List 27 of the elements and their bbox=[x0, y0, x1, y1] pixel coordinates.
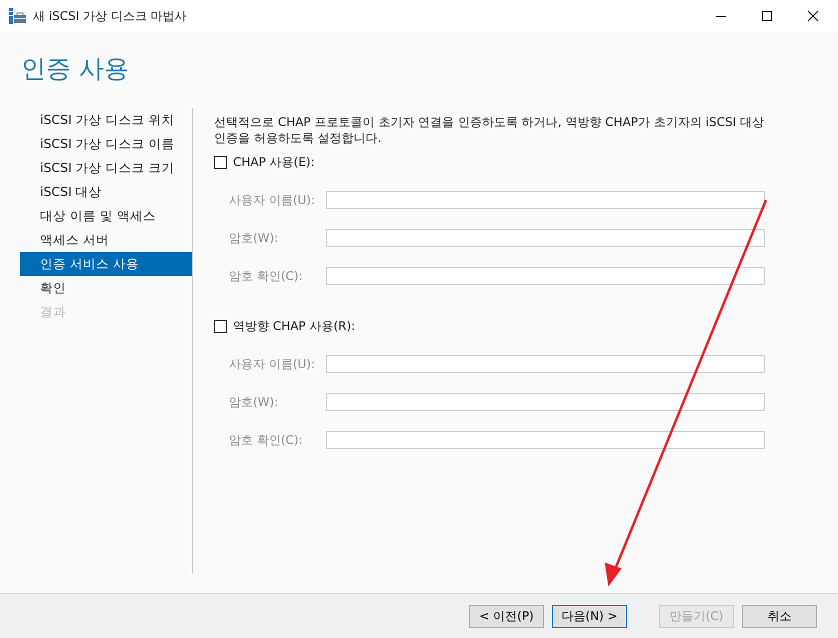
close-icon bbox=[807, 10, 819, 22]
nav-item[interactable]: iSCSI 가상 디스크 위치 bbox=[20, 108, 192, 132]
app-icon bbox=[9, 8, 27, 24]
maximize-icon bbox=[761, 10, 773, 22]
field-label: 암호 확인(C): bbox=[228, 432, 304, 448]
nav-item[interactable]: iSCSI 가상 디스크 이름 bbox=[20, 132, 192, 156]
nav-item[interactable]: 대상 이름 및 액세스 bbox=[20, 204, 192, 228]
checkbox[interactable] bbox=[214, 156, 227, 168]
nav-item[interactable]: iSCSI 가상 디스크 크기 bbox=[20, 156, 192, 180]
wizard-button[interactable]: < 이전(P) bbox=[469, 604, 544, 628]
field-label: 암호 확인(C): bbox=[228, 268, 304, 284]
checkbox-label: CHAP 사용(E): bbox=[233, 154, 315, 170]
description-text: 선택적으로 CHAP 프로토콜이 초기자 연결을 인증하도록 하거나, 역방향 CHAP가 초기자의 iSCSI 대상 인증을 허용하도록 설정합니다. bbox=[214, 114, 765, 146]
checkbox-label: 역방향 CHAP 사용(R): bbox=[233, 318, 356, 334]
field-label: 사용자 이름(U): bbox=[228, 356, 316, 372]
wizard-button[interactable]: 다음(N) > bbox=[552, 604, 627, 628]
nav-item[interactable]: 확인 bbox=[20, 276, 192, 300]
field-label: 암호(W): bbox=[228, 394, 280, 410]
field-label: 사용자 이름(U): bbox=[228, 192, 316, 208]
field-label: 암호(W): bbox=[228, 230, 280, 246]
window-title: 새 iSCSI 가상 디스크 마법사 bbox=[33, 8, 188, 24]
checkbox[interactable] bbox=[214, 320, 227, 332]
wizard-button[interactable]: 취소 bbox=[742, 604, 817, 628]
nav-item[interactable]: iSCSI 대상 bbox=[20, 180, 192, 204]
nav-item[interactable]: 인증 서비스 사용 bbox=[20, 252, 192, 276]
nav-item[interactable]: 액세스 서버 bbox=[20, 228, 192, 252]
page-title: 인증 사용 bbox=[21, 53, 129, 85]
